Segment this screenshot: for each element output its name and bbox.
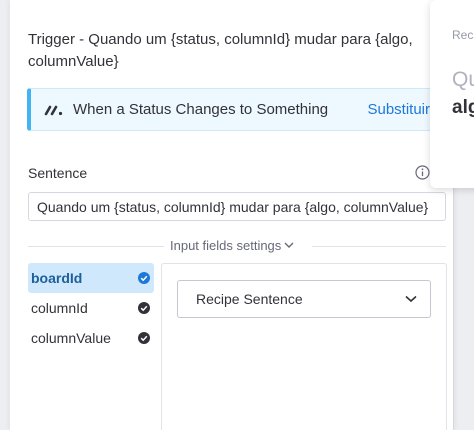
check-circle-icon: [138, 332, 150, 344]
side-card-value: alg: [452, 97, 474, 118]
field-item-columnvalue[interactable]: columnValue: [28, 323, 154, 353]
field-item-columnid[interactable]: columnId: [28, 293, 154, 323]
field-item-label: columnId: [31, 300, 88, 316]
field-item-label: columnValue: [31, 330, 111, 346]
recipe-sentence-label: Recipe Sentence: [196, 291, 303, 307]
side-card-label: Rec: [452, 28, 474, 42]
trigger-status-box: When a Status Changes to Something Subst…: [27, 88, 445, 131]
divider-left: [28, 246, 164, 247]
side-card-placeholder: Qu: [452, 68, 474, 91]
field-item-boardid[interactable]: boardId: [28, 263, 154, 293]
monday-logo-icon: [44, 103, 64, 117]
trigger-title: Trigger - Quando um {status, columnId} m…: [28, 31, 413, 70]
side-preview-card: Rec Qu alg: [430, 0, 474, 188]
input-fields-settings-toggle[interactable]: Input fields settings: [170, 238, 294, 253]
divider-right: [312, 246, 446, 247]
recipe-editor-panel: Trigger - Quando um {status, columnId} m…: [10, 0, 454, 430]
check-circle-icon: [138, 302, 150, 314]
check-circle-icon: [138, 272, 150, 284]
chevron-down-icon: [405, 295, 417, 303]
input-field-list: boardId columnId columnValue: [28, 263, 154, 353]
info-icon[interactable]: [415, 165, 430, 180]
recipe-sentence-dropdown[interactable]: Recipe Sentence: [177, 280, 431, 318]
trigger-status-text: When a Status Changes to Something: [73, 101, 329, 118]
replace-trigger-link[interactable]: Substituir: [367, 101, 430, 118]
sentence-label: Sentence: [28, 165, 88, 181]
sentence-input[interactable]: [28, 192, 446, 221]
chevron-down-icon: [284, 242, 294, 248]
field-item-label: boardId: [31, 270, 83, 286]
input-fields-settings-label: Input fields settings: [170, 238, 282, 253]
field-settings-panel: Recipe Sentence: [161, 263, 447, 430]
